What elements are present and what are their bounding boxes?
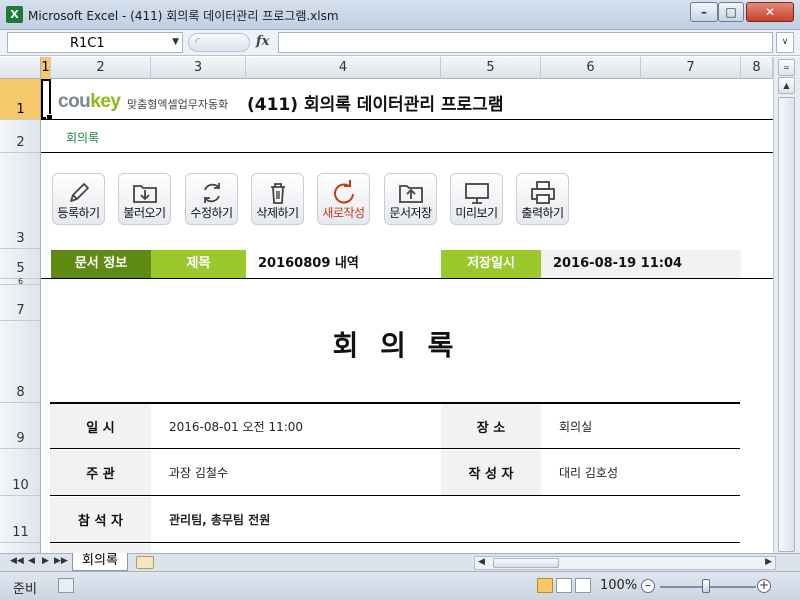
page-break-view-icon[interactable]: [575, 578, 591, 593]
expand-formula-bar-icon[interactable]: ∨: [776, 32, 794, 53]
column-header[interactable]: 2: [51, 57, 151, 79]
place-value[interactable]: 회의실: [541, 404, 740, 448]
formula-controls[interactable]: ◜: [188, 33, 250, 52]
sheet-tab-bar: ◀◀ ◀ ▶ ▶▶ 회의록 ◀ ▶: [0, 553, 800, 571]
last-sheet-icon[interactable]: ▶▶: [54, 556, 68, 566]
split-handle-icon[interactable]: =: [778, 59, 795, 76]
page-title: (411) 회의록 데이터관리 프로그램: [247, 95, 504, 115]
close-button[interactable]: ✕: [746, 2, 794, 22]
register-button[interactable]: 등록하기: [52, 173, 105, 225]
saved-at-value[interactable]: 2016-08-19 11:04: [541, 250, 741, 278]
table-row: 참 석 자 관리팀, 총무팀 전원: [50, 497, 740, 543]
saved-at-label: 저장일시: [441, 250, 541, 278]
row-header[interactable]: 1: [0, 79, 40, 120]
place-label: 장 소: [441, 404, 541, 448]
zoom-slider-handle[interactable]: [702, 579, 710, 593]
print-button[interactable]: 출력하기: [516, 173, 569, 225]
active-cell[interactable]: [41, 79, 53, 121]
column-header[interactable]: 3: [151, 57, 246, 79]
zoom-out-icon[interactable]: –: [641, 579, 655, 593]
preview-button[interactable]: 미리보기: [450, 173, 503, 225]
row-headers: 1 2 3 5 6 7 8 9 10 11: [0, 79, 41, 553]
sheet-tab[interactable]: 회의록: [72, 553, 128, 571]
document-title: 회 의 록: [332, 329, 460, 362]
save-document-button[interactable]: 문서저장: [384, 173, 437, 225]
column-header[interactable]: 5: [441, 57, 541, 79]
excel-window: X Microsoft Excel - (411) 회의록 데이터관리 프로그램…: [0, 0, 800, 600]
window-title: Microsoft Excel - (411) 회의록 데이터관리 프로그램.x…: [28, 9, 339, 23]
row-header[interactable]: 10: [0, 449, 40, 496]
author-label: 작 성 자: [441, 450, 541, 495]
row-header[interactable]: 8: [0, 321, 40, 403]
date-value[interactable]: 2016-08-01 오전 11:00: [151, 404, 441, 448]
status-bar: 준비 100% – +: [0, 571, 800, 600]
host-label: 주 관: [50, 450, 151, 495]
column-headers: 1 2 3 4 5 6 7 8: [41, 57, 773, 79]
subject-value[interactable]: 20160809 내역: [246, 250, 441, 278]
vertical-scrollbar[interactable]: = ▲: [773, 57, 800, 553]
host-value[interactable]: 과장 김철수: [151, 450, 441, 495]
row-header[interactable]: 3: [0, 153, 40, 249]
attendees-value[interactable]: 관리팀, 총무팀 전원: [151, 497, 740, 542]
page-layout-view-icon[interactable]: [556, 578, 572, 593]
row-header[interactable]: 5: [0, 249, 40, 279]
doc-info-label: 문서 정보: [51, 250, 151, 278]
column-header[interactable]: 7: [641, 57, 741, 79]
title-bar: X Microsoft Excel - (411) 회의록 데이터관리 프로그램…: [0, 0, 800, 30]
table-continuation: [50, 544, 151, 553]
divider: [41, 119, 773, 120]
coukey-logo: coukey: [58, 91, 121, 112]
macro-record-icon[interactable]: [58, 578, 74, 593]
insert-function-button[interactable]: fx: [256, 34, 269, 49]
chevron-down-icon[interactable]: ▼: [172, 37, 179, 47]
delete-button[interactable]: 삭제하기: [251, 173, 304, 225]
worksheet[interactable]: coukey 맞춤형엑셀업무자동화 (411) 회의록 데이터관리 프로그램 회…: [41, 79, 773, 553]
insert-sheet-icon[interactable]: [136, 556, 154, 569]
zoom-level[interactable]: 100%: [600, 578, 637, 593]
vertical-scroll-thumb[interactable]: [778, 97, 795, 552]
prev-sheet-icon[interactable]: ◀: [28, 556, 35, 566]
formula-input[interactable]: [278, 32, 773, 53]
first-sheet-icon[interactable]: ◀◀: [10, 556, 24, 566]
attendees-label: 참 석 자: [50, 497, 151, 542]
row-header[interactable]: 9: [0, 403, 40, 449]
scroll-right-icon[interactable]: ▶: [765, 557, 772, 567]
sheet-subtitle: 회의록: [66, 131, 100, 145]
excel-icon[interactable]: X: [6, 6, 23, 23]
horizontal-scrollbar[interactable]: ◀ ▶: [474, 556, 776, 570]
normal-view-icon[interactable]: [537, 578, 553, 593]
maximize-button[interactable]: □: [718, 2, 744, 22]
column-header[interactable]: 6: [541, 57, 641, 79]
edit-button[interactable]: 수정하기: [185, 173, 238, 225]
load-button[interactable]: 불러오기: [118, 173, 171, 225]
scroll-up-icon[interactable]: ▲: [778, 77, 795, 94]
horizontal-scroll-thumb[interactable]: [493, 558, 559, 568]
status-text: 준비: [13, 582, 37, 597]
name-box-value: R1C1: [70, 36, 105, 51]
minimize-button[interactable]: –: [690, 2, 718, 22]
row-header[interactable]: 7: [0, 285, 40, 321]
zoom-in-icon[interactable]: +: [757, 579, 771, 593]
name-box[interactable]: R1C1 ▼: [7, 32, 183, 53]
date-label: 일 시: [50, 404, 151, 448]
new-document-button[interactable]: 새로작성: [317, 173, 370, 225]
row-header[interactable]: 2: [0, 120, 40, 153]
author-value[interactable]: 대리 김호성: [541, 450, 740, 495]
table-row: 일 시 2016-08-01 오전 11:00 장 소 회의실: [50, 404, 740, 449]
column-header[interactable]: 4: [246, 57, 441, 79]
column-header[interactable]: 8: [741, 57, 773, 79]
subject-label: 제목: [151, 250, 246, 278]
scroll-left-icon[interactable]: ◀: [478, 557, 485, 567]
formula-bar: R1C1 ▼ ◜ fx ∨: [0, 30, 800, 56]
row-header[interactable]: 11: [0, 496, 40, 543]
brand-tagline: 맞춤형엑셀업무자동화: [127, 98, 229, 111]
divider: [41, 278, 773, 279]
table-row: 주 관 과장 김철수 작 성 자 대리 김호성: [50, 450, 740, 496]
divider: [41, 152, 773, 153]
column-header[interactable]: 1: [41, 57, 51, 79]
select-all-button[interactable]: [0, 57, 41, 79]
next-sheet-icon[interactable]: ▶: [42, 556, 49, 566]
